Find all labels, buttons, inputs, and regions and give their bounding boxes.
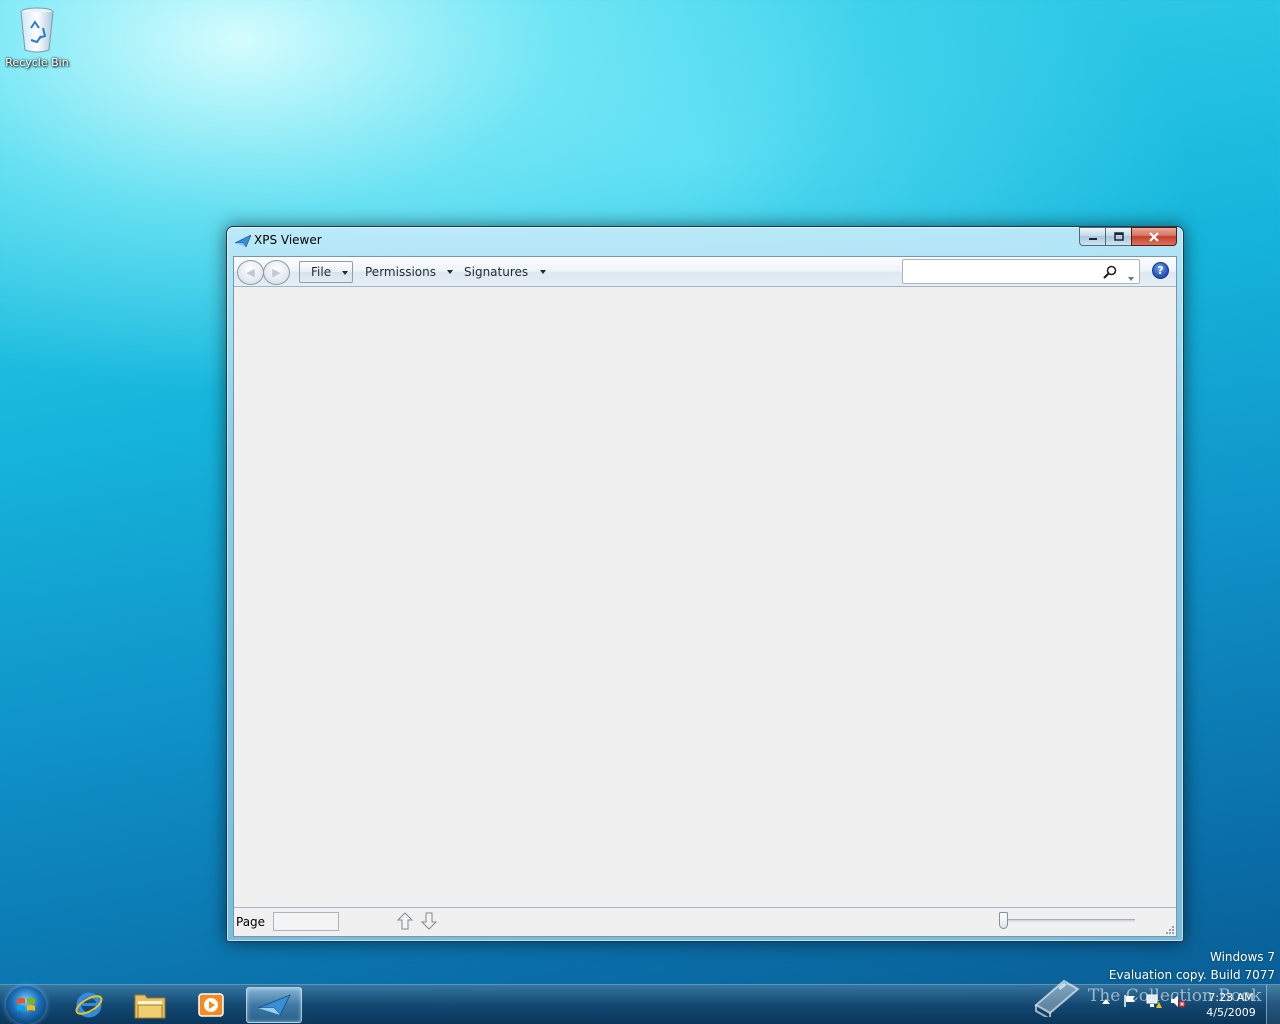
recycle-bin-icon xyxy=(20,7,54,53)
page-label: Page xyxy=(236,915,266,929)
search-options-dropdown[interactable] xyxy=(1128,270,1134,284)
maximize-icon xyxy=(1113,232,1124,241)
file-menu-label: File xyxy=(311,265,332,279)
search-box xyxy=(902,259,1140,284)
command-bar: ◀ ▶ File Permissions Signatures ? xyxy=(234,257,1176,287)
maximize-button[interactable] xyxy=(1105,227,1131,246)
permissions-menu-button[interactable]: Permissions xyxy=(365,261,453,283)
chevron-down-icon xyxy=(540,270,547,274)
taskbar-xps-viewer[interactable] xyxy=(246,987,302,1023)
navigation-buttons: ◀ ▶ xyxy=(237,260,290,285)
search-input[interactable] xyxy=(905,262,1095,281)
minimize-icon xyxy=(1088,237,1097,240)
zoom-slider-track[interactable] xyxy=(1005,919,1135,922)
signatures-menu-button[interactable]: Signatures xyxy=(464,261,547,283)
windows-logo-icon xyxy=(17,998,35,1011)
book-watermark-text: The Collection Book xyxy=(1088,986,1262,1006)
help-icon[interactable]: ? xyxy=(1152,262,1169,279)
chevron-down-icon xyxy=(1128,277,1134,281)
show-desktop-button[interactable] xyxy=(1266,985,1280,1024)
media-player-icon xyxy=(198,993,224,1017)
forward-button[interactable]: ▶ xyxy=(263,260,290,285)
watermark-line-1: Windows 7 xyxy=(1209,950,1275,964)
search-icon[interactable] xyxy=(1103,265,1117,279)
previous-page-icon[interactable] xyxy=(397,912,413,930)
file-menu-button[interactable]: File xyxy=(299,261,353,283)
status-bar: Page xyxy=(234,907,1176,936)
document-view[interactable] xyxy=(234,288,1176,906)
signatures-menu-label: Signatures xyxy=(464,265,529,279)
window-title: XPS Viewer xyxy=(254,233,322,247)
forward-arrow-icon: ▶ xyxy=(272,266,281,279)
back-arrow-icon: ◀ xyxy=(246,266,255,279)
next-page-icon[interactable] xyxy=(421,912,437,930)
caption-buttons xyxy=(1079,227,1177,246)
back-button[interactable]: ◀ xyxy=(237,260,264,285)
taskbar-windows-media-player[interactable] xyxy=(183,987,239,1023)
close-icon xyxy=(1149,231,1159,242)
minimize-button[interactable] xyxy=(1079,227,1105,246)
title-bar[interactable]: XPS Viewer xyxy=(227,227,1183,255)
book-watermark-overlay: The Collection Book xyxy=(1030,975,1262,1017)
internet-explorer-icon xyxy=(75,992,103,1018)
chevron-down-icon xyxy=(446,270,453,274)
page-number-input[interactable] xyxy=(273,912,339,931)
close-button[interactable] xyxy=(1131,227,1177,246)
folder-icon xyxy=(134,994,166,1019)
client-area: ◀ ▶ File Permissions Signatures ? Page xyxy=(233,256,1177,937)
permissions-menu-label: Permissions xyxy=(365,265,436,279)
xps-viewer-icon xyxy=(235,235,251,247)
taskbar-internet-explorer[interactable] xyxy=(61,987,117,1023)
desktop-icon-label: Recycle Bin xyxy=(5,56,69,69)
resize-grip-icon[interactable] xyxy=(1165,925,1175,935)
start-button[interactable] xyxy=(6,986,46,1024)
chevron-down-icon xyxy=(342,271,348,275)
desktop-icon-recycle-bin[interactable]: Recycle Bin xyxy=(4,6,70,69)
xps-viewer-icon xyxy=(257,994,291,1016)
zoom-slider-thumb[interactable] xyxy=(999,912,1008,929)
book-icon xyxy=(1034,979,1080,1017)
taskbar-windows-explorer[interactable] xyxy=(122,987,178,1023)
xps-viewer-window[interactable]: XPS Viewer ◀ ▶ File Permissions Signatur… xyxy=(226,226,1184,942)
